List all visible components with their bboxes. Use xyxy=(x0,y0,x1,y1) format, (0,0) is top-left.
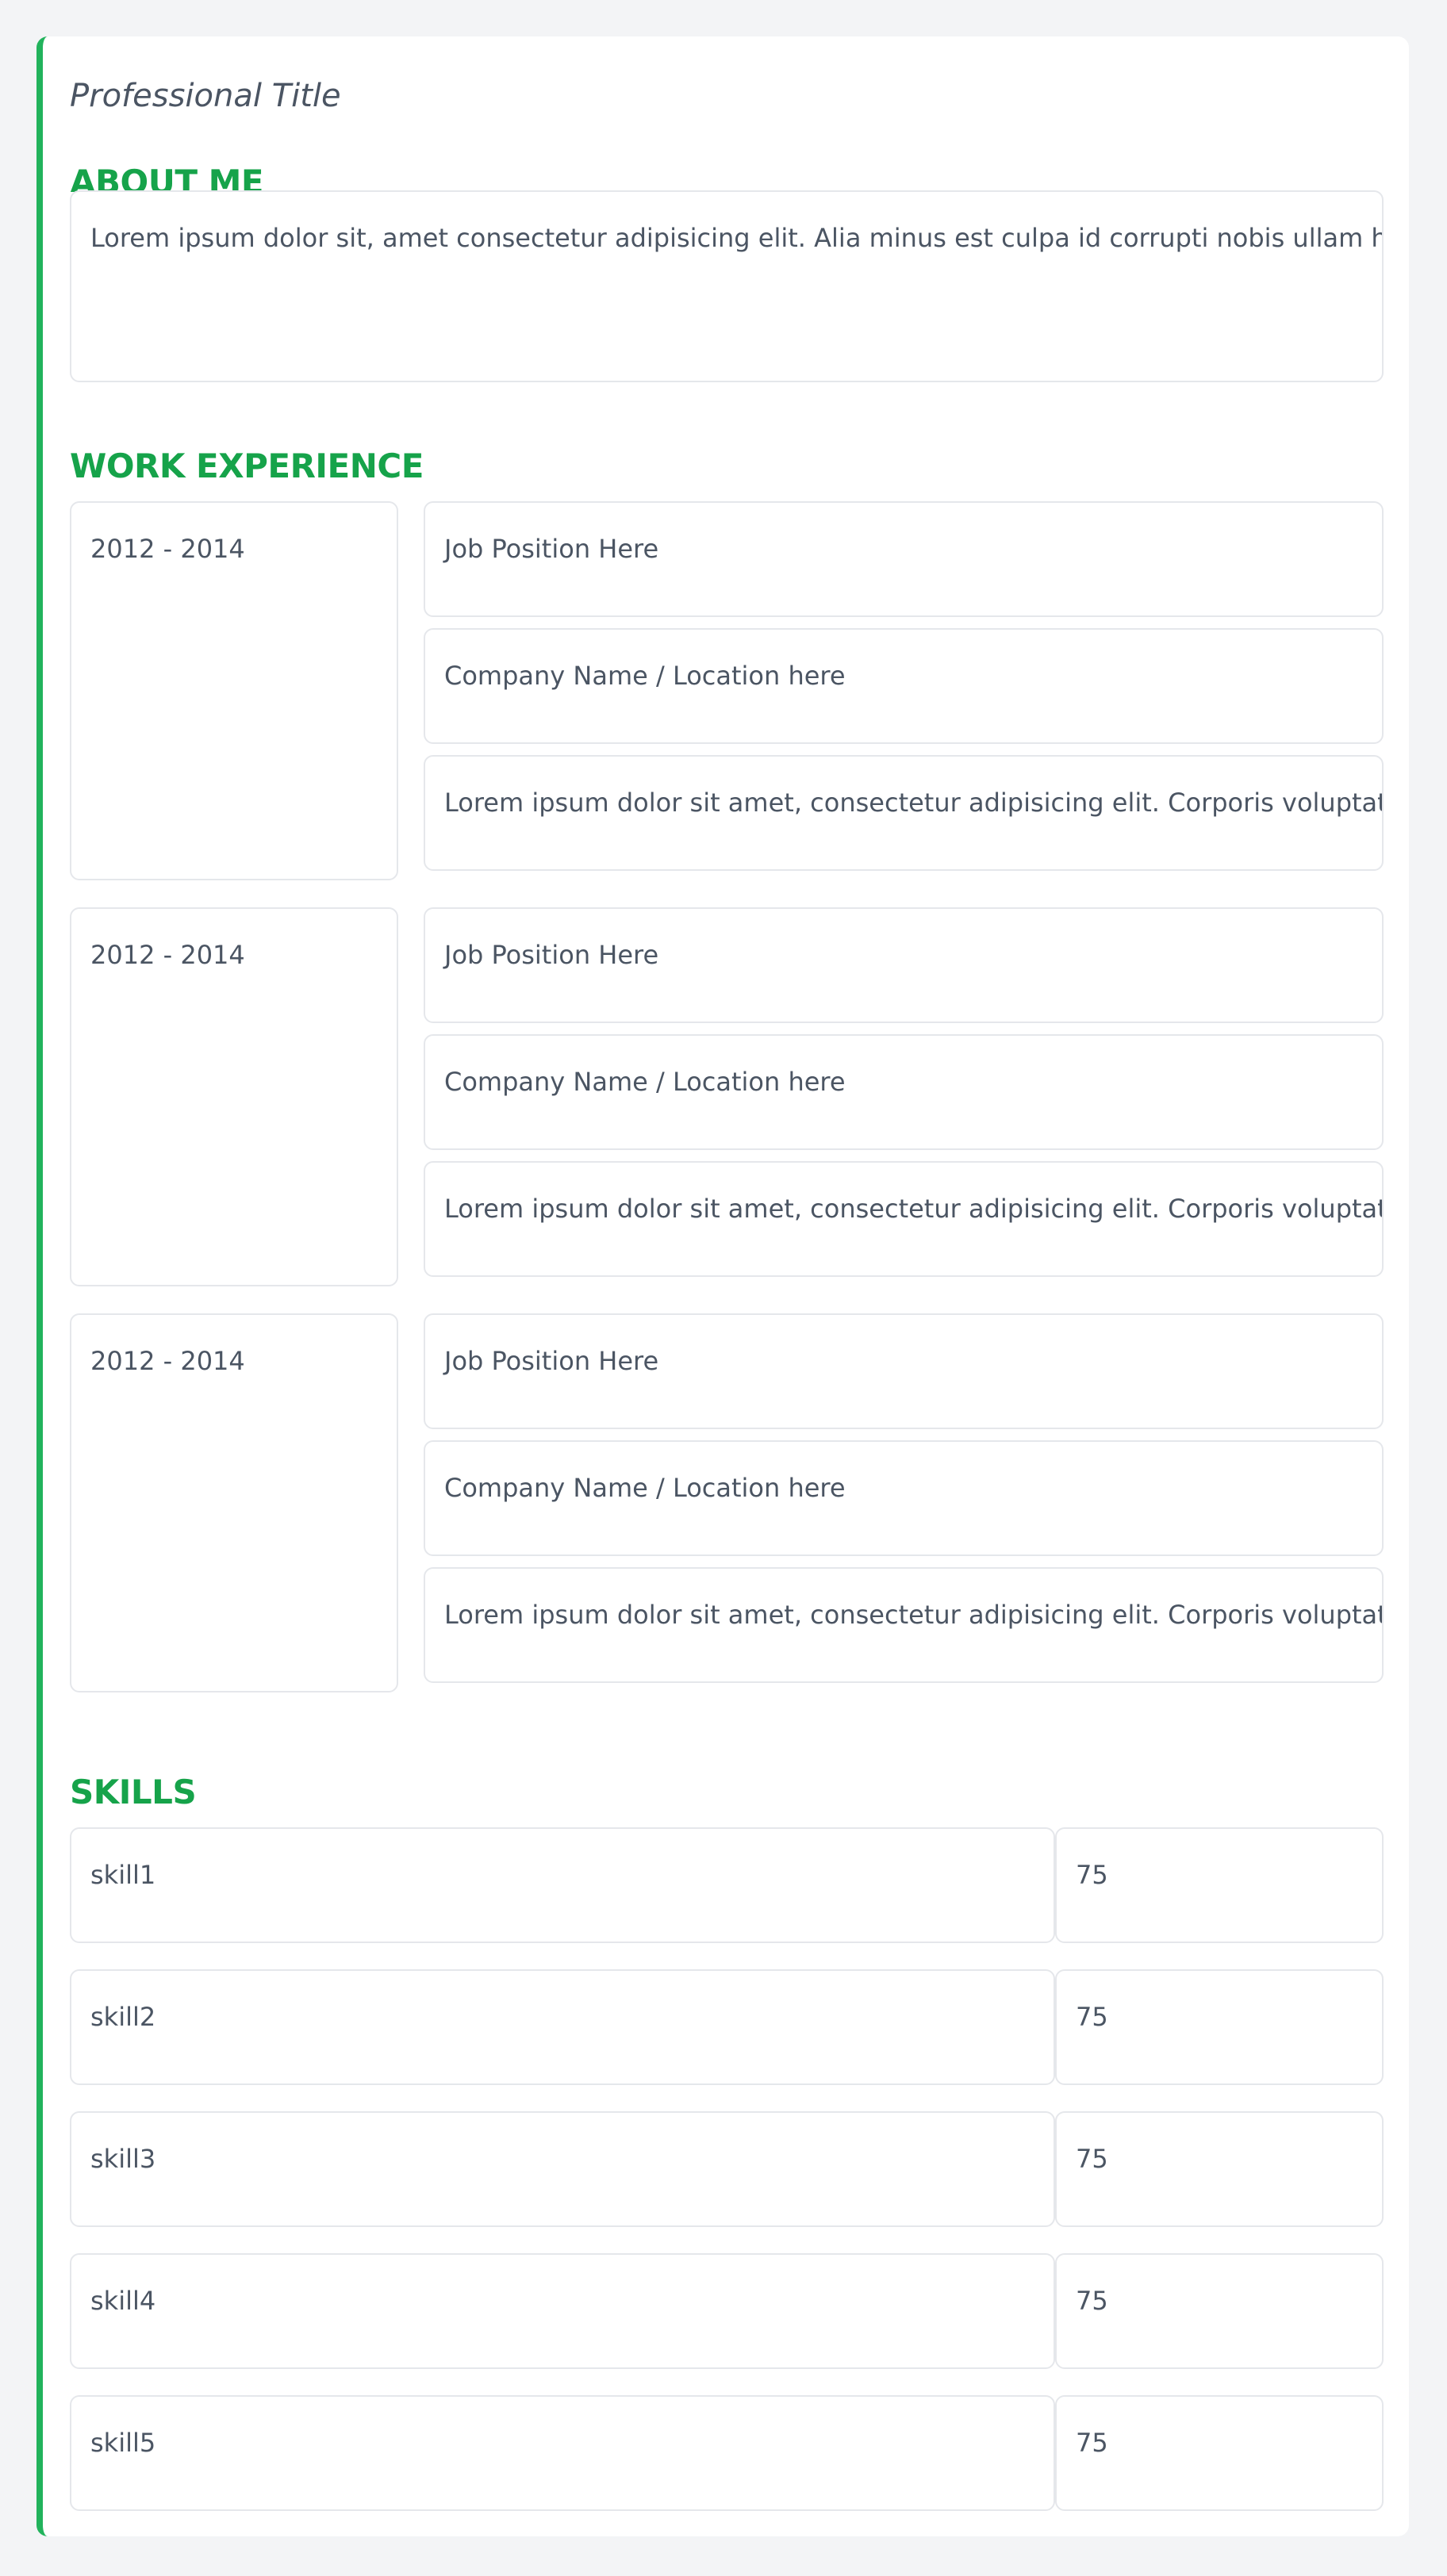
skill-level: 75 xyxy=(1076,2002,1108,2032)
company-name: Company Name / Location here xyxy=(444,661,846,691)
work-dates: 2012 - 2014 xyxy=(90,534,245,564)
skill-name-field[interactable]: skill1 xyxy=(70,1827,1055,1943)
job-position-field[interactable]: Job Position Here xyxy=(424,907,1384,1023)
work-dates: 2012 - 2014 xyxy=(90,940,245,970)
job-position-field[interactable]: Job Position Here xyxy=(424,1313,1384,1429)
work-dates: 2012 - 2014 xyxy=(90,1346,245,1376)
skill-name-field[interactable]: skill4 xyxy=(70,2253,1055,2369)
about-textarea[interactable]: Lorem ipsum dolor sit, amet consectetur … xyxy=(70,190,1384,382)
skill-name-field[interactable]: skill3 xyxy=(70,2111,1055,2227)
skill-level: 75 xyxy=(1076,2286,1108,2316)
about-text: Lorem ipsum dolor sit, amet consectetur … xyxy=(90,223,1384,253)
skill-level: 75 xyxy=(1076,1860,1108,1890)
job-description-field[interactable]: Lorem ipsum dolor sit amet, consectetur … xyxy=(424,1567,1384,1683)
skill-name: skill5 xyxy=(90,2428,156,2458)
skills-heading: SKILLS xyxy=(70,1773,197,1811)
skill-level-field[interactable]: 75 xyxy=(1055,2111,1384,2227)
company-name: Company Name / Location here xyxy=(444,1473,846,1503)
job-description: Lorem ipsum dolor sit amet, consectetur … xyxy=(444,788,1384,818)
job-position: Job Position Here xyxy=(444,1346,659,1376)
work-dates-field[interactable]: 2012 - 2014 xyxy=(70,907,398,1286)
job-description: Lorem ipsum dolor sit amet, consectetur … xyxy=(444,1600,1384,1630)
company-field[interactable]: Company Name / Location here xyxy=(424,1440,1384,1556)
job-description-field[interactable]: Lorem ipsum dolor sit amet, consectetur … xyxy=(424,755,1384,871)
skill-name: skill2 xyxy=(90,2002,156,2032)
work-dates-field[interactable]: 2012 - 2014 xyxy=(70,501,398,880)
skill-level-field[interactable]: 75 xyxy=(1055,2395,1384,2511)
company-field[interactable]: Company Name / Location here xyxy=(424,1034,1384,1150)
skill-name: skill1 xyxy=(90,1860,156,1890)
skill-name: skill4 xyxy=(90,2286,156,2316)
skill-level-field[interactable]: 75 xyxy=(1055,1827,1384,1943)
skill-name-field[interactable]: skill2 xyxy=(70,1969,1055,2085)
job-position: Job Position Here xyxy=(444,940,659,970)
about-heading: ABOUT ME xyxy=(70,163,264,192)
work-heading: WORK EXPERIENCE xyxy=(70,447,424,485)
professional-title[interactable]: Professional Title xyxy=(70,78,341,114)
job-position-field[interactable]: Job Position Here xyxy=(424,501,1384,617)
work-dates-field[interactable]: 2012 - 2014 xyxy=(70,1313,398,1692)
skill-level: 75 xyxy=(1076,2428,1108,2458)
company-name: Company Name / Location here xyxy=(444,1067,846,1097)
skill-level-field[interactable]: 75 xyxy=(1055,2253,1384,2369)
skill-level: 75 xyxy=(1076,2144,1108,2174)
job-description: Lorem ipsum dolor sit amet, consectetur … xyxy=(444,1194,1384,1224)
skill-name-field[interactable]: skill5 xyxy=(70,2395,1055,2511)
job-description-field[interactable]: Lorem ipsum dolor sit amet, consectetur … xyxy=(424,1161,1384,1277)
skill-name: skill3 xyxy=(90,2144,156,2174)
company-field[interactable]: Company Name / Location here xyxy=(424,628,1384,744)
job-position: Job Position Here xyxy=(444,534,659,564)
skill-level-field[interactable]: 75 xyxy=(1055,1969,1384,2085)
